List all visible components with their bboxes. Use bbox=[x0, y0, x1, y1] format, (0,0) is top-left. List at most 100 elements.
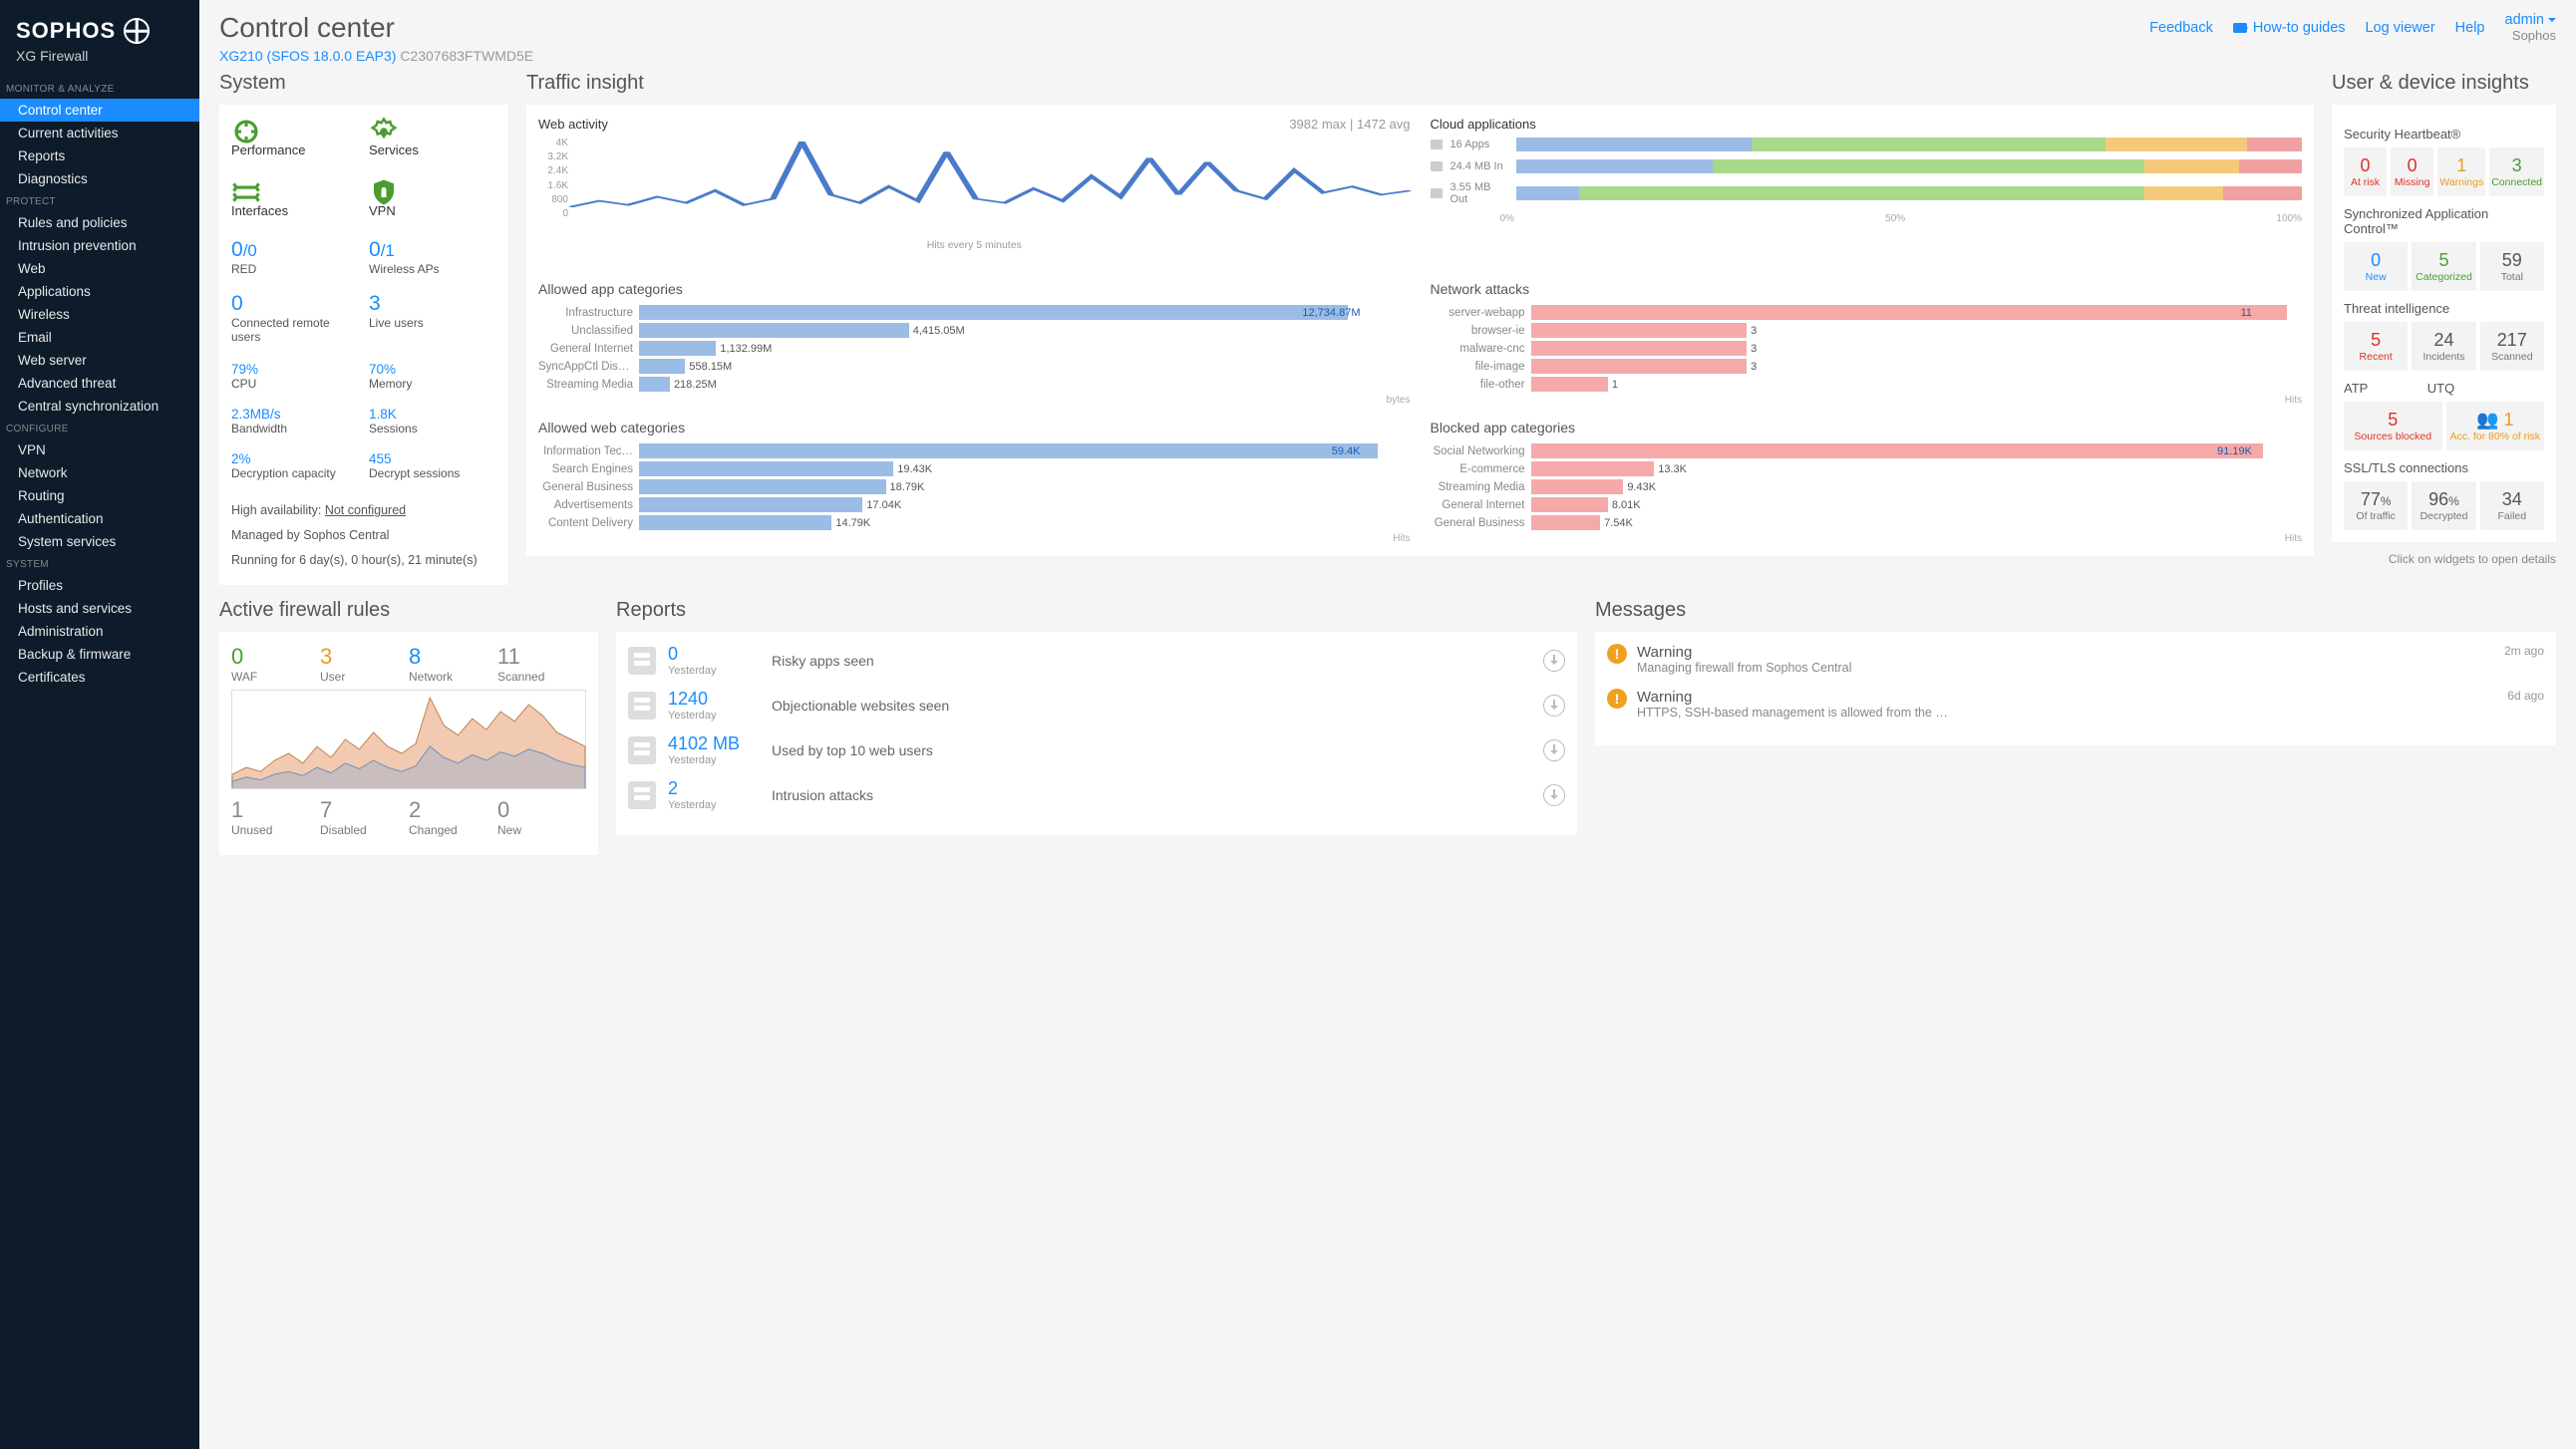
fw-stat[interactable]: 2Changed bbox=[409, 797, 497, 837]
nav-item-system-services[interactable]: System services bbox=[0, 530, 199, 553]
insight-tile[interactable]: 0At risk bbox=[2344, 147, 2387, 196]
metric-connected-remote-users[interactable]: 0Connected remote users bbox=[231, 292, 359, 344]
metric-memory[interactable]: 70%Memory bbox=[369, 362, 496, 391]
nav-item-applications[interactable]: Applications bbox=[0, 280, 199, 303]
fw-stat[interactable]: 3User bbox=[320, 644, 409, 684]
download-icon[interactable] bbox=[1543, 739, 1565, 761]
bar-row[interactable]: malware-cnc3 bbox=[1431, 341, 2303, 356]
bar-row[interactable]: General Business18.79K bbox=[538, 479, 1411, 494]
nav-item-web-server[interactable]: Web server bbox=[0, 349, 199, 372]
download-icon[interactable] bbox=[1543, 695, 1565, 717]
blocked-apps-widget[interactable]: Blocked app categoriesSocial Networking9… bbox=[1431, 406, 2303, 544]
report-row[interactable]: 0YesterdayRisky apps seen bbox=[628, 644, 1565, 677]
message-row[interactable]: !WarningManaging firewall from Sophos Ce… bbox=[1607, 644, 2544, 675]
nav-item-routing[interactable]: Routing bbox=[0, 484, 199, 507]
download-icon[interactable] bbox=[1543, 650, 1565, 672]
bar-row[interactable]: Advertisements17.04K bbox=[538, 497, 1411, 512]
bar-row[interactable]: Content Delivery14.79K bbox=[538, 515, 1411, 530]
nav-item-backup-firmware[interactable]: Backup & firmware bbox=[0, 643, 199, 666]
nav-item-profiles[interactable]: Profiles bbox=[0, 574, 199, 597]
fw-stat[interactable]: 7Disabled bbox=[320, 797, 409, 837]
bar-row[interactable]: General Internet8.01K bbox=[1431, 497, 2303, 512]
bar-row[interactable]: Streaming Media9.43K bbox=[1431, 479, 2303, 494]
insight-tile[interactable]: 5Sources blocked bbox=[2344, 402, 2442, 450]
help-link[interactable]: Help bbox=[2455, 20, 2485, 36]
system-services-tile[interactable]: Services bbox=[369, 117, 496, 157]
nav-item-diagnostics[interactable]: Diagnostics bbox=[0, 167, 199, 190]
report-row[interactable]: 4102 MBYesterdayUsed by top 10 web users bbox=[628, 733, 1565, 766]
web-activity-widget[interactable]: Web activity 3982 max | 1472 avg 4K3.2K2… bbox=[538, 117, 1411, 251]
firewall-chart[interactable] bbox=[231, 690, 586, 789]
insight-tile[interactable]: 0New bbox=[2344, 242, 2408, 291]
nav-item-certificates[interactable]: Certificates bbox=[0, 666, 199, 689]
bar-row[interactable]: Infrastructure12,734.87M bbox=[538, 305, 1411, 320]
report-row[interactable]: 2YesterdayIntrusion attacks bbox=[628, 778, 1565, 811]
insight-tile[interactable]: 👥 1Acc. for 80% of risk bbox=[2446, 402, 2545, 450]
logo[interactable]: SOPHOS bbox=[0, 10, 199, 48]
fw-stat[interactable]: 11Scanned bbox=[497, 644, 586, 684]
bar-row[interactable]: Social Networking91.19K bbox=[1431, 443, 2303, 458]
insight-tile[interactable]: 59Total bbox=[2480, 242, 2544, 291]
device-model[interactable]: XG210 (SFOS 18.0.0 EAP3) bbox=[219, 48, 396, 64]
bar-row[interactable]: Search Engines19.43K bbox=[538, 461, 1411, 476]
fw-stat[interactable]: 0New bbox=[497, 797, 586, 837]
bar-row[interactable]: file-other1 bbox=[1431, 377, 2303, 392]
nav-item-authentication[interactable]: Authentication bbox=[0, 507, 199, 530]
metric-decryption-capacity[interactable]: 2%Decryption capacity bbox=[231, 451, 359, 480]
system-vpn-tile[interactable]: VPN bbox=[369, 177, 496, 218]
network-attacks-widget[interactable]: Network attacksserver-webapp11browser-ie… bbox=[1431, 267, 2303, 406]
nav-item-hosts-and-services[interactable]: Hosts and services bbox=[0, 597, 199, 620]
metric-cpu[interactable]: 79%CPU bbox=[231, 362, 359, 391]
nav-item-control-center[interactable]: Control center bbox=[0, 99, 199, 122]
insight-tile[interactable]: 77%Of traffic bbox=[2344, 481, 2408, 530]
nav-item-web[interactable]: Web bbox=[0, 257, 199, 280]
insight-tile[interactable]: 34Failed bbox=[2480, 481, 2544, 530]
insight-tile[interactable]: 3Connected bbox=[2489, 147, 2544, 196]
insight-tile[interactable]: 96%Decrypted bbox=[2412, 481, 2475, 530]
feedback-link[interactable]: Feedback bbox=[2149, 20, 2213, 36]
download-icon[interactable] bbox=[1543, 784, 1565, 806]
bar-row[interactable]: browser-ie3 bbox=[1431, 323, 2303, 338]
metric-sessions[interactable]: 1.8KSessions bbox=[369, 407, 496, 435]
insight-tile[interactable]: 217Scanned bbox=[2480, 322, 2544, 371]
report-row[interactable]: 1240YesterdayObjectionable websites seen bbox=[628, 689, 1565, 722]
metric-red[interactable]: 0/0RED bbox=[231, 238, 359, 276]
nav-item-wireless[interactable]: Wireless bbox=[0, 303, 199, 326]
insight-tile[interactable]: 5Recent bbox=[2344, 322, 2408, 371]
cloud-apps-widget[interactable]: Cloud applications 16 Apps24.4 MB In3.55… bbox=[1431, 117, 2303, 251]
metric-wireless-aps[interactable]: 0/1Wireless APs bbox=[369, 238, 496, 276]
user-menu[interactable]: admin Sophos bbox=[2505, 12, 2557, 43]
message-row[interactable]: !WarningHTTPS, SSH-based management is a… bbox=[1607, 689, 2544, 720]
bar-row[interactable]: General Internet1,132.99M bbox=[538, 341, 1411, 356]
bar-row[interactable]: Information Tec…59.4K bbox=[538, 443, 1411, 458]
bar-row[interactable]: Unclassified4,415.05M bbox=[538, 323, 1411, 338]
nav-item-current-activities[interactable]: Current activities bbox=[0, 122, 199, 145]
fw-stat[interactable]: 0WAF bbox=[231, 644, 320, 684]
nav-item-network[interactable]: Network bbox=[0, 461, 199, 484]
nav-item-advanced-threat[interactable]: Advanced threat bbox=[0, 372, 199, 395]
insight-tile[interactable]: 0Missing bbox=[2391, 147, 2433, 196]
bar-row[interactable]: server-webapp11 bbox=[1431, 305, 2303, 320]
insight-tile[interactable]: 24Incidents bbox=[2412, 322, 2475, 371]
logviewer-link[interactable]: Log viewer bbox=[2366, 20, 2435, 36]
bar-row[interactable]: file-image3 bbox=[1431, 359, 2303, 374]
nav-item-reports[interactable]: Reports bbox=[0, 145, 199, 167]
nav-item-rules-and-policies[interactable]: Rules and policies bbox=[0, 211, 199, 234]
system-interfaces-tile[interactable]: Interfaces bbox=[231, 177, 359, 218]
bar-row[interactable]: Streaming Media218.25M bbox=[538, 377, 1411, 392]
nav-item-vpn[interactable]: VPN bbox=[0, 438, 199, 461]
bar-row[interactable]: General Business7.54K bbox=[1431, 515, 2303, 530]
fw-stat[interactable]: 1Unused bbox=[231, 797, 320, 837]
nav-item-email[interactable]: Email bbox=[0, 326, 199, 349]
nav-item-intrusion-prevention[interactable]: Intrusion prevention bbox=[0, 234, 199, 257]
howto-link[interactable]: How-to guides bbox=[2233, 20, 2346, 36]
system-performance-tile[interactable]: Performance bbox=[231, 117, 359, 157]
allowed-web-widget[interactable]: Allowed web categoriesInformation Tec…59… bbox=[538, 406, 1411, 544]
nav-item-central-synchronization[interactable]: Central synchronization bbox=[0, 395, 199, 418]
metric-live-users[interactable]: 3Live users bbox=[369, 292, 496, 344]
fw-stat[interactable]: 8Network bbox=[409, 644, 497, 684]
nav-item-administration[interactable]: Administration bbox=[0, 620, 199, 643]
metric-bandwidth[interactable]: 2.3MB/sBandwidth bbox=[231, 407, 359, 435]
bar-row[interactable]: E-commerce13.3K bbox=[1431, 461, 2303, 476]
metric-decrypt-sessions[interactable]: 455Decrypt sessions bbox=[369, 451, 496, 480]
